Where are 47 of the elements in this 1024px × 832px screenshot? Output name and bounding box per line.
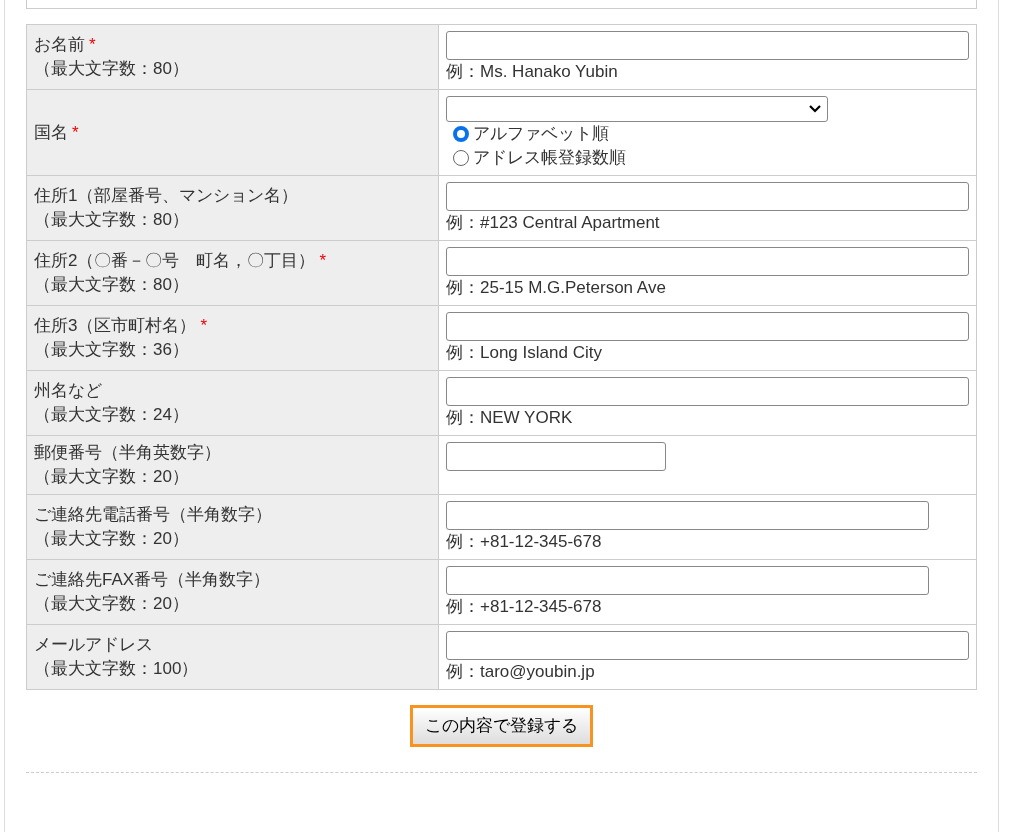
- example-text: 例：+81-12-345-678: [446, 531, 602, 553]
- field-label: 州名など: [34, 381, 102, 400]
- max-length-note: （最大文字数：100）: [34, 658, 199, 680]
- text-input[interactable]: [446, 501, 929, 530]
- required-mark: *: [72, 122, 79, 142]
- radio-label[interactable]: アドレス帳登録数順: [473, 146, 626, 170]
- radio-label[interactable]: アルファベット順: [473, 122, 609, 146]
- example-text: 例：taro@youbin.jp: [446, 661, 595, 683]
- text-input[interactable]: [446, 312, 969, 341]
- submit-button[interactable]: この内容で登録する: [410, 705, 593, 747]
- max-length-note: （最大文字数：80）: [34, 209, 189, 231]
- radio-button[interactable]: [453, 126, 469, 142]
- max-length-note: （最大文字数：20）: [34, 593, 189, 615]
- field-label: お名前: [34, 35, 85, 54]
- max-length-note: （最大文字数：20）: [34, 528, 189, 550]
- max-length-note: （最大文字数：24）: [34, 404, 189, 426]
- text-input[interactable]: [446, 442, 666, 471]
- text-input[interactable]: [446, 566, 929, 595]
- example-text: 例：Long Island City: [446, 342, 602, 364]
- example-text: 例：25-15 M.G.Peterson Ave: [446, 277, 666, 299]
- field-label: ご連絡先FAX番号（半角数字）: [34, 570, 271, 589]
- country-dropdown[interactable]: [446, 96, 828, 122]
- example-text: 例：+81-12-345-678: [446, 596, 602, 618]
- max-length-note: （最大文字数：80）: [34, 58, 189, 80]
- radio-button[interactable]: [453, 150, 469, 166]
- max-length-note: （最大文字数：36）: [34, 339, 189, 361]
- field-label: 住所1（部屋番号、マンション名）: [34, 186, 299, 205]
- required-mark: *: [319, 251, 327, 270]
- text-input[interactable]: [446, 182, 969, 211]
- field-label: メールアドレス: [34, 635, 153, 654]
- chevron-down-icon: [809, 105, 821, 113]
- required-mark: *: [89, 35, 96, 54]
- field-label: 住所3（区市町村名）: [34, 316, 197, 335]
- max-length-note: （最大文字数：80）: [34, 274, 189, 296]
- text-input[interactable]: [446, 247, 969, 276]
- required-mark: *: [200, 316, 208, 335]
- text-input[interactable]: [446, 631, 969, 660]
- field-label: 郵便番号（半角英数字）: [34, 443, 221, 462]
- field-label: ご連絡先電話番号（半角数字）: [34, 505, 272, 524]
- example-text: 例：NEW YORK: [446, 407, 573, 429]
- text-input[interactable]: [446, 31, 969, 60]
- example-text: 例：Ms. Hanako Yubin: [446, 61, 618, 83]
- example-text: 例：#123 Central Apartment: [446, 212, 660, 234]
- field-label: 国名: [34, 122, 68, 142]
- field-label: 住所2（〇番－〇号 町名，〇丁目）: [34, 251, 316, 270]
- max-length-note: （最大文字数：20）: [34, 466, 189, 488]
- text-input[interactable]: [446, 377, 969, 406]
